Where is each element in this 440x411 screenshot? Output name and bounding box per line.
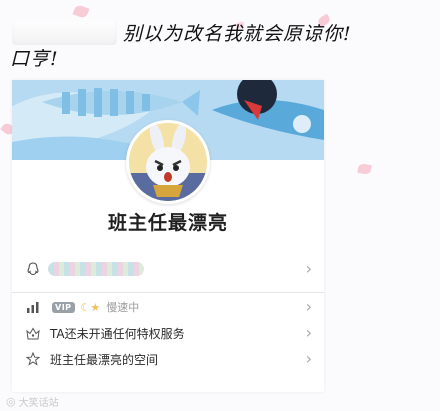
chevron-right-icon: › [305,259,312,278]
level-bars-icon [27,302,39,313]
moon-star-icon: ☾★ [80,300,101,314]
caption-text-2: 口亨! [10,48,59,70]
chevron-right-icon: › [305,323,312,342]
qq-number-row[interactable]: › [12,256,324,282]
watermark-text: 大笑话站 [18,398,59,409]
bunny-avatar-image [129,123,207,201]
privilege-label: TA还未开通任何特权服务 [50,326,185,341]
avatar[interactable] [126,120,210,204]
vip-level-row[interactable]: VIP ☾★ 慢速中 › [12,294,324,320]
caption-line-1: 别以为改名我就会原谅你! [12,16,432,48]
petal-decoration [357,162,372,176]
redacted-name [12,19,117,45]
privilege-row[interactable]: TA还未开通任何特权服务 › [12,320,324,346]
qzone-label: 班主任最漂亮的空间 [50,352,159,367]
divider [12,292,324,293]
profile-card: 班主任最漂亮 › VIP ☾★ 慢速中 › TA还未开通任何特权服务 › 班主任 [12,80,324,392]
redacted-qq-number [48,262,144,276]
qq-penguin-icon [27,262,39,276]
chevron-right-icon: › [305,349,312,368]
chevron-right-icon: › [305,297,312,316]
qzone-row[interactable]: 班主任最漂亮的空间 › [12,346,324,372]
weibo-logo-icon: ◎ [6,395,16,408]
caption-text: 别以为改名我就会原谅你! [123,22,352,45]
watermark: ◎ 大笑话站 [6,394,59,409]
vip-badge: VIP [52,301,75,313]
qzone-star-icon [26,352,40,366]
speed-status: 慢速中 [106,301,140,314]
profile-nickname: 班主任最漂亮 [107,212,228,234]
crown-badge-icon [26,327,40,339]
